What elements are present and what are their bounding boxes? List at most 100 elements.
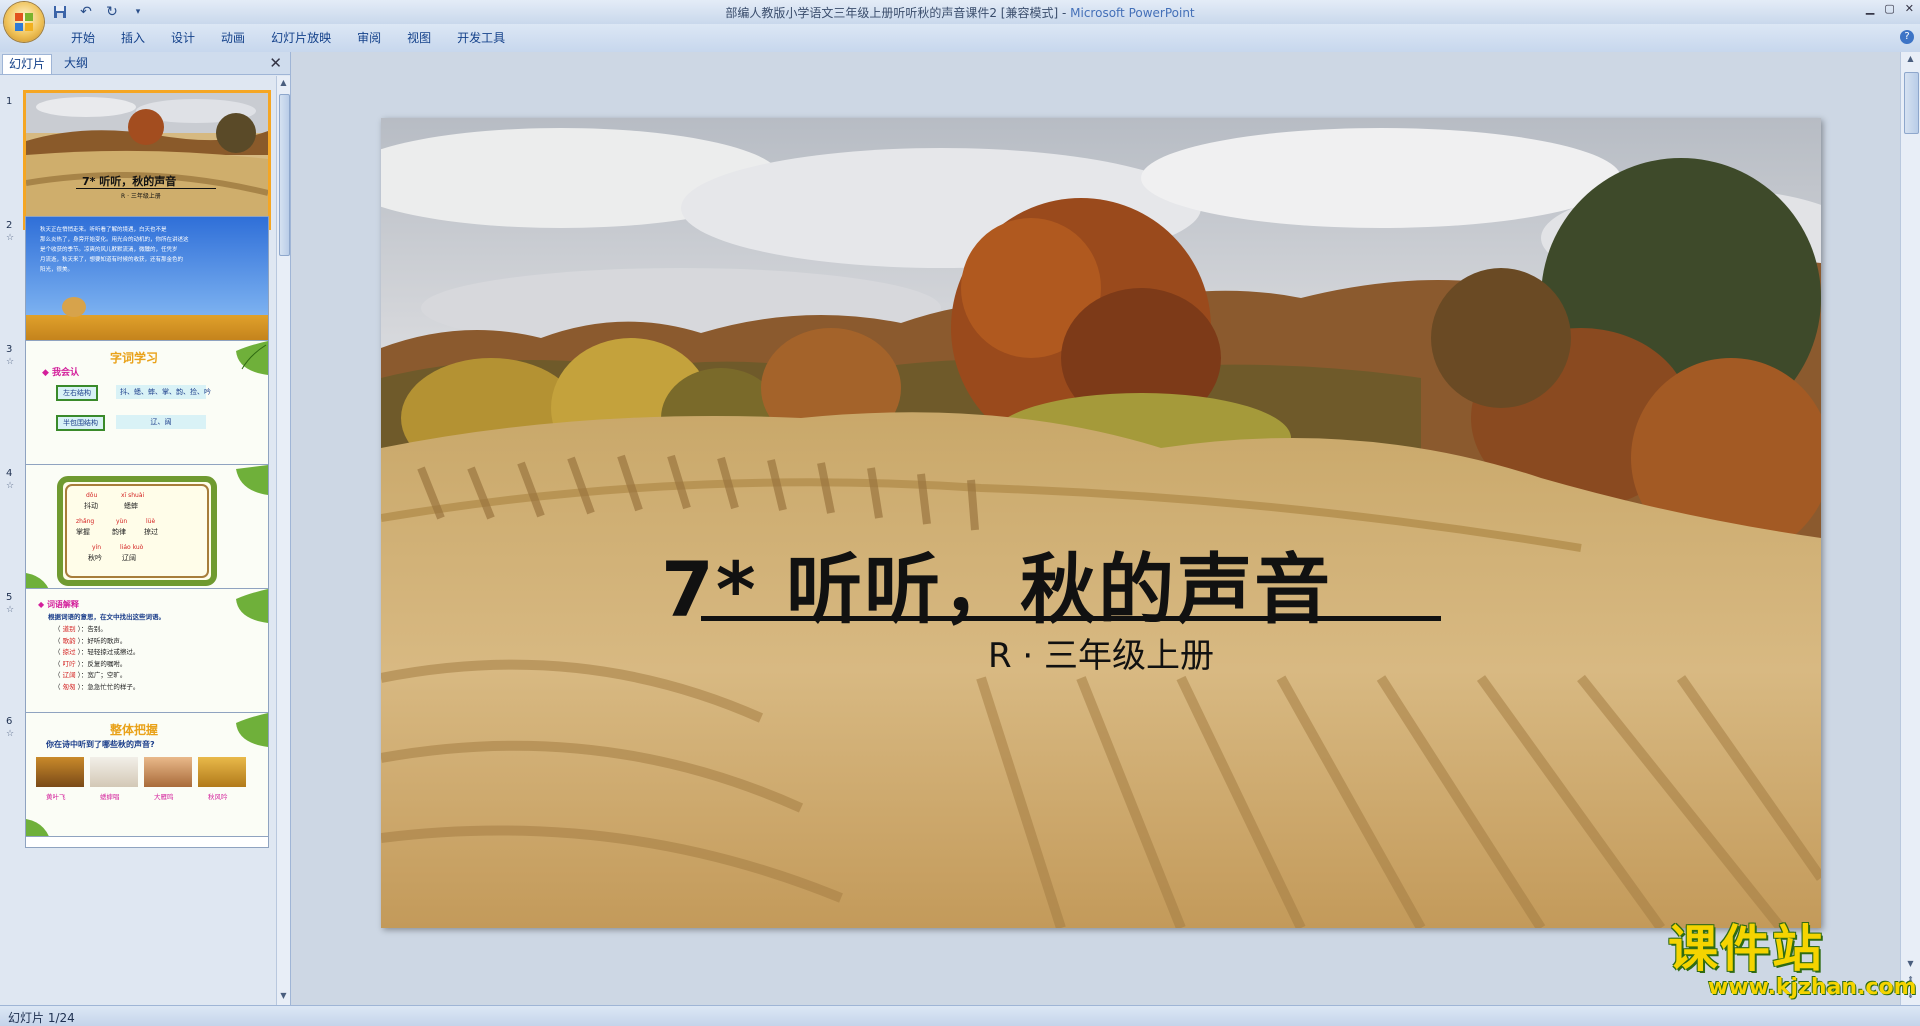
tab-slides[interactable]: 幻灯片 bbox=[2, 54, 53, 74]
document-name: 部编人教版小学语文三年级上册听听秋的声音课件2 [兼容模式] - bbox=[725, 6, 1071, 20]
slide-number: 3 bbox=[6, 344, 13, 355]
scroll-up-icon[interactable]: ▲ bbox=[1905, 54, 1916, 66]
app-name: Microsoft PowerPoint bbox=[1070, 6, 1195, 20]
word: 辽阔 bbox=[122, 554, 136, 562]
slide-number: 2 bbox=[6, 220, 13, 231]
help-icon[interactable]: ? bbox=[1900, 30, 1914, 44]
slide-thumbnail-6[interactable]: 整体把握 你在诗中听到了哪些秋的声音? 黄叶飞 蟋蟀唱 大雁鸣 秋风吟 bbox=[25, 712, 269, 848]
tab-animations[interactable]: 动画 bbox=[208, 30, 258, 46]
slide-thumbnail-2[interactable]: 秋天正在悄悄走来。听听看了解的境遇，白天也不是 那么炎热了，身旁开始变化。用光合… bbox=[25, 216, 269, 352]
caption: 黄叶飞 bbox=[46, 793, 66, 801]
slide-editor: 7* 听听，秋的声音 R · 三年级上册 bbox=[291, 52, 1900, 1005]
thumb-chars: 抖、蟋、蟀、掌、韵、捡、吟 bbox=[116, 385, 211, 399]
slide-thumbnail-5[interactable]: ◆ 词语解释 根据词语的意思，在文中找出这些词语。 （ 道别 ）：告别。 （ 歌… bbox=[25, 588, 269, 724]
scroll-thumb[interactable] bbox=[1904, 72, 1919, 134]
pinyin: yùn bbox=[116, 518, 128, 525]
scroll-down-icon[interactable]: ▼ bbox=[278, 991, 289, 1003]
slide-counter: 幻灯片 1/24 bbox=[8, 1011, 75, 1025]
list-item: （ 歌韵 ）：好听的歌声。 bbox=[54, 636, 127, 645]
list-item: （ 道别 ）：告别。 bbox=[54, 625, 107, 633]
current-slide[interactable]: 7* 听听，秋的声音 R · 三年级上册 bbox=[381, 118, 1821, 928]
window-controls: ▁ ▢ ✕ bbox=[1866, 2, 1914, 15]
scroll-thumb[interactable] bbox=[279, 94, 290, 256]
list-item: （ 辽阔 ）：宽广；空旷。 bbox=[54, 671, 127, 679]
list-item: （ 叮咛 ）：反复的嘱咐。 bbox=[54, 659, 127, 668]
thumb-subtitle: R · 三年级上册 bbox=[121, 193, 161, 200]
animation-star-icon: ☆ bbox=[6, 605, 15, 615]
word: 掌握 bbox=[76, 528, 90, 536]
thumb-heading: 整体把握 bbox=[110, 723, 159, 737]
tab-outline[interactable]: 大纲 bbox=[58, 54, 94, 73]
thumb-rule bbox=[76, 188, 216, 189]
office-button[interactable] bbox=[4, 2, 44, 42]
pinyin: dǒu bbox=[86, 492, 98, 499]
panel-tabs: 幻灯片 大纲 ✕ bbox=[0, 52, 290, 75]
wind-field-image bbox=[198, 757, 246, 787]
thumb-instruction: 根据词语的意思，在文中找出这些词语。 bbox=[48, 613, 165, 621]
leaves-image bbox=[36, 757, 84, 787]
pinyin: zhǎng bbox=[76, 518, 95, 525]
slide-thumbnail-4[interactable]: dǒu xī shuài 抖动 蟋蟀 zhǎng yùn lüè 掌握 韵律 掠… bbox=[25, 464, 269, 600]
caption: 秋风吟 bbox=[208, 793, 228, 801]
watermark-url: www.kjzhan.com bbox=[1708, 975, 1917, 1000]
ribbon-tabs: 开始 插入 设计 动画 幻灯片放映 审阅 视图 开发工具 bbox=[58, 30, 518, 46]
slide-thumbnail-1[interactable]: 7* 听听，秋的声音 R · 三年级上册 bbox=[23, 90, 271, 230]
animation-star-icon: ☆ bbox=[6, 481, 15, 491]
close-window-icon[interactable]: ✕ bbox=[1905, 2, 1914, 15]
scroll-down-icon[interactable]: ▼ bbox=[1905, 959, 1916, 971]
editor-scrollbar[interactable]: ▲ ▼ ⇞ ⇟ bbox=[1900, 52, 1920, 1005]
autumn-field-image bbox=[26, 93, 268, 227]
definition-list: （ 道别 ）：告别。 （ 歌韵 ）：好听的歌声。 （ 掠过 ）：轻轻掠过或擦过。… bbox=[54, 623, 139, 692]
leaf-decoration-icon bbox=[236, 713, 268, 747]
slides-panel: 幻灯片 大纲 ✕ 1 7* 听听，秋的声音 R · 三年级上册 2 ☆ 秋天正在… bbox=[0, 52, 291, 1005]
tab-review[interactable]: 审阅 bbox=[344, 30, 394, 46]
slide-thumbnails: 1 7* 听听，秋的声音 R · 三年级上册 2 ☆ 秋天正在悄悄走来。听听看了… bbox=[0, 76, 276, 1005]
pinyin: liáo kuò bbox=[120, 544, 144, 551]
animation-star-icon: ☆ bbox=[6, 729, 15, 739]
thumb-label: 左右结构 bbox=[56, 385, 98, 401]
thumb-chars: 辽、阔 bbox=[116, 415, 206, 429]
slide-number: 6 bbox=[6, 716, 13, 727]
animation-star-icon: ☆ bbox=[6, 357, 15, 367]
word: 抖动 bbox=[84, 502, 98, 510]
tab-slideshow[interactable]: 幻灯片放映 bbox=[258, 30, 344, 46]
tab-developer[interactable]: 开发工具 bbox=[444, 30, 518, 46]
cricket-image bbox=[90, 757, 138, 787]
thumb-title: 7* 听听，秋的声音 bbox=[82, 175, 177, 188]
slide-number: 1 bbox=[6, 96, 13, 107]
caption: 大雁鸣 bbox=[154, 793, 174, 801]
title-bar: ↶ ↻ ▾ 部编人教版小学语文三年级上册听听秋的声音课件2 [兼容模式] - M… bbox=[0, 0, 1920, 24]
word: 韵律 bbox=[112, 528, 126, 536]
scroll-up-icon[interactable]: ▲ bbox=[278, 78, 289, 90]
tab-insert[interactable]: 插入 bbox=[108, 30, 158, 46]
status-bar: 幻灯片 1/24 bbox=[0, 1005, 1920, 1026]
maximize-icon[interactable]: ▢ bbox=[1884, 2, 1894, 15]
tab-design[interactable]: 设计 bbox=[158, 30, 208, 46]
slide-thumbnail-3[interactable]: 字词学习 ◆ 我会认 左右结构 抖、蟋、蟀、掌、韵、捡、吟 半包围结构 辽、阔 bbox=[25, 340, 269, 476]
caption: 蟋蟀唱 bbox=[100, 793, 120, 801]
animation-star-icon: ☆ bbox=[6, 233, 15, 243]
word: 蟋蟀 bbox=[124, 502, 138, 510]
thumb-heading: 字词学习 bbox=[110, 351, 159, 365]
slide-title[interactable]: 7* 听听，秋的声音 bbox=[661, 528, 1661, 638]
list-item: （ 掠过 ）：轻轻掠过或擦过。 bbox=[54, 648, 140, 656]
slides-scrollbar[interactable]: ▲ ▼ bbox=[276, 76, 290, 1005]
pinyin: xī shuài bbox=[121, 492, 145, 499]
slide-number: 4 bbox=[6, 468, 13, 479]
title-underline bbox=[701, 616, 1441, 621]
geese-image bbox=[144, 757, 192, 787]
autumn-landscape-image bbox=[381, 118, 1821, 928]
close-panel-icon[interactable]: ✕ bbox=[269, 54, 282, 72]
window-title: 部编人教版小学语文三年级上册听听秋的声音课件2 [兼容模式] - Microso… bbox=[0, 4, 1920, 21]
slide-thumbnail-7[interactable] bbox=[25, 836, 269, 847]
word: 秋吟 bbox=[88, 554, 102, 562]
pinyin: yín bbox=[92, 544, 102, 551]
tab-view[interactable]: 视图 bbox=[394, 30, 444, 46]
tab-home[interactable]: 开始 bbox=[58, 30, 108, 46]
pinyin: lüè bbox=[146, 518, 156, 525]
slide-subtitle[interactable]: R · 三年级上册 bbox=[901, 628, 1301, 677]
office-logo-icon bbox=[15, 13, 33, 31]
leaf-decoration-icon bbox=[236, 341, 268, 375]
minimize-icon[interactable]: ▁ bbox=[1866, 2, 1874, 15]
word: 掠过 bbox=[144, 528, 158, 536]
